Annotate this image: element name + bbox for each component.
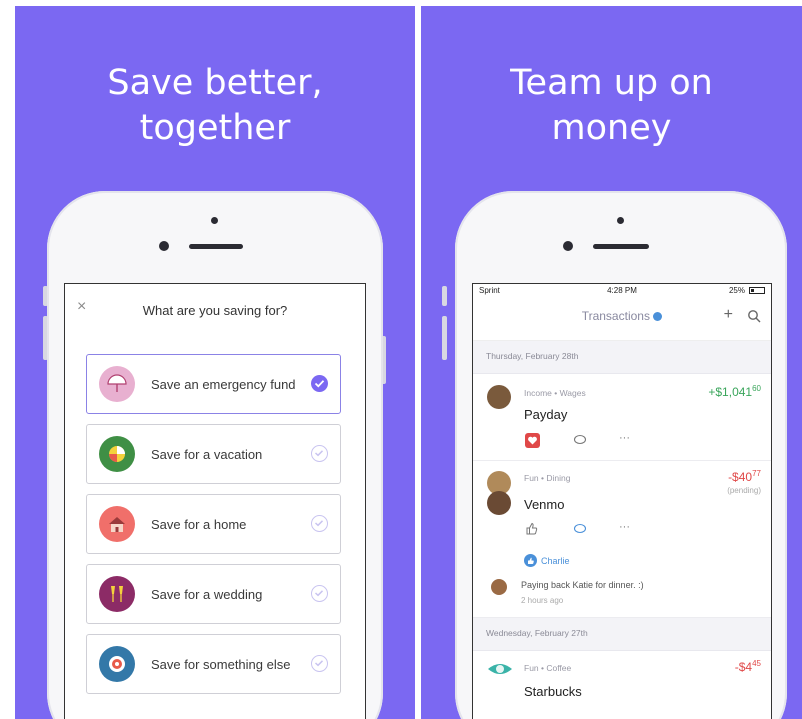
status-bar: Sprint 4:28 PM 25% — [473, 284, 771, 298]
pending-label: (pending) — [727, 486, 761, 495]
avatar — [487, 491, 511, 515]
phone-sensor — [211, 217, 218, 224]
date-header: Thursday, February 28th — [473, 341, 771, 374]
left-promo-panel: Save better, together × What are you sav… — [15, 6, 415, 719]
screen-title: What are you saving for? — [142, 303, 288, 318]
goal-option-vacation[interactable]: Save for a vacation — [86, 424, 341, 484]
phone-frame: Sprint 4:28 PM 25% Transactions + Thursd… — [455, 191, 787, 719]
like-badge-icon — [524, 554, 537, 567]
add-icon[interactable]: + — [724, 306, 733, 324]
like-user-name: Charlie — [541, 556, 570, 566]
phone-camera — [159, 241, 169, 251]
phone-speaker — [593, 244, 649, 249]
phone-camera — [563, 241, 573, 251]
transaction-name: Payday — [524, 407, 568, 422]
checkmark-icon — [311, 375, 328, 392]
goal-option-wedding[interactable]: Save for a wedding — [86, 564, 341, 624]
right-headline: Team up on money — [510, 63, 713, 148]
transaction-amount: -$445 — [734, 659, 761, 674]
phone-side-button — [442, 286, 447, 306]
phone-speaker — [189, 244, 243, 249]
transaction-row[interactable]: Income • Wages Payday +$1,04160 ··· — [473, 374, 771, 461]
info-icon[interactable] — [653, 312, 663, 322]
heart-icon[interactable] — [525, 433, 540, 448]
search-icon[interactable] — [747, 309, 761, 328]
transaction-name: Venmo — [524, 497, 565, 512]
savings-goal-screen: × What are you saving for? Save an emerg… — [64, 283, 366, 719]
transaction-amount: -$4077 — [728, 469, 761, 484]
left-headline: Save better, together — [107, 63, 323, 148]
checkmark-icon — [311, 445, 328, 462]
comment-icon[interactable] — [573, 434, 587, 449]
phone-frame: × What are you saving for? Save an emerg… — [47, 191, 383, 719]
eye-icon — [487, 661, 513, 682]
more-icon[interactable]: ··· — [619, 521, 630, 533]
status-time: 4:28 PM — [607, 286, 637, 295]
checkmark-icon — [311, 655, 328, 672]
date-header: Wednesday, February 27th — [473, 618, 771, 651]
transaction-category: Fun • Coffee — [524, 663, 572, 673]
transaction-category: Income • Wages — [524, 388, 586, 398]
thumbs-up-icon[interactable] — [525, 522, 538, 538]
battery-icon — [749, 287, 765, 294]
goal-label: Save for a home — [151, 517, 247, 532]
goal-label: Save for something else — [151, 657, 291, 672]
house-icon — [99, 506, 135, 542]
transaction-category: Fun • Dining — [524, 473, 571, 483]
champagne-icon — [99, 576, 135, 612]
goal-label: Save an emergency fund — [151, 377, 296, 392]
transaction-amount: +$1,04160 — [708, 384, 761, 399]
transaction-row[interactable]: Fun • Coffee Starbucks -$445 ··· — [473, 651, 771, 719]
goal-option-home[interactable]: Save for a home — [86, 494, 341, 554]
transactions-screen: Sprint 4:28 PM 25% Transactions + Thursd… — [472, 283, 772, 719]
comment-text: Paying back Katie for dinner. :) — [521, 580, 644, 590]
transaction-row[interactable]: Fun • Dining Venmo -$4077 (pending) ··· … — [473, 461, 771, 618]
umbrella-icon — [99, 366, 135, 402]
comment-icon[interactable] — [573, 523, 587, 538]
beach-ball-icon — [99, 436, 135, 472]
phone-sensor — [617, 217, 624, 224]
comment-time: 2 hours ago — [521, 596, 564, 605]
nav-bar: Transactions + — [473, 300, 771, 341]
transaction-name: Starbucks — [524, 684, 582, 699]
goal-option-emergency-fund[interactable]: Save an emergency fund — [86, 354, 341, 414]
avatar — [491, 579, 507, 595]
goal-label: Save for a vacation — [151, 447, 263, 462]
goal-label: Save for a wedding — [151, 587, 263, 602]
phone-side-button — [442, 316, 447, 360]
avatar — [487, 385, 511, 409]
checkmark-icon — [311, 585, 328, 602]
battery-percent: 25% — [728, 286, 745, 295]
checkmark-icon — [311, 515, 328, 532]
more-icon[interactable]: ··· — [619, 432, 630, 444]
target-icon — [99, 646, 135, 682]
goal-option-something-else[interactable]: Save for something else — [86, 634, 341, 694]
right-promo-panel: Team up on money Sprint 4:28 PM 25% Tran… — [421, 6, 802, 719]
